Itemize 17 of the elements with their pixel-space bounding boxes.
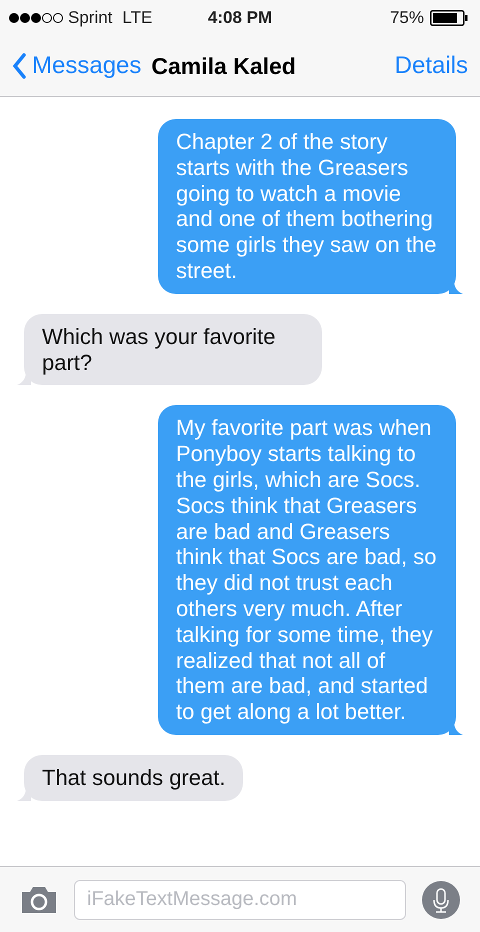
signal-strength-icon [8,12,64,24]
bubble-tail-icon [17,788,31,801]
camera-icon[interactable] [20,884,58,914]
microphone-icon[interactable] [422,880,460,918]
bubble-tail-icon [17,373,31,386]
details-button[interactable]: Details [394,48,468,84]
back-chevron-icon [12,53,26,79]
network-type: LTE [122,7,152,30]
contact-name: Camila Kaled [151,52,296,81]
back-button[interactable]: Messages [12,48,142,84]
clock-time: 4:08 PM [208,7,272,30]
battery-icon [430,10,468,26]
bubble-tail-icon [449,722,463,735]
bubble-tail-icon [449,282,463,294]
message-input-field[interactable]: iFakeTextMessage.com [74,880,406,920]
carrier-name: Sprint [68,7,112,30]
battery-percentage: 75% [390,7,424,30]
